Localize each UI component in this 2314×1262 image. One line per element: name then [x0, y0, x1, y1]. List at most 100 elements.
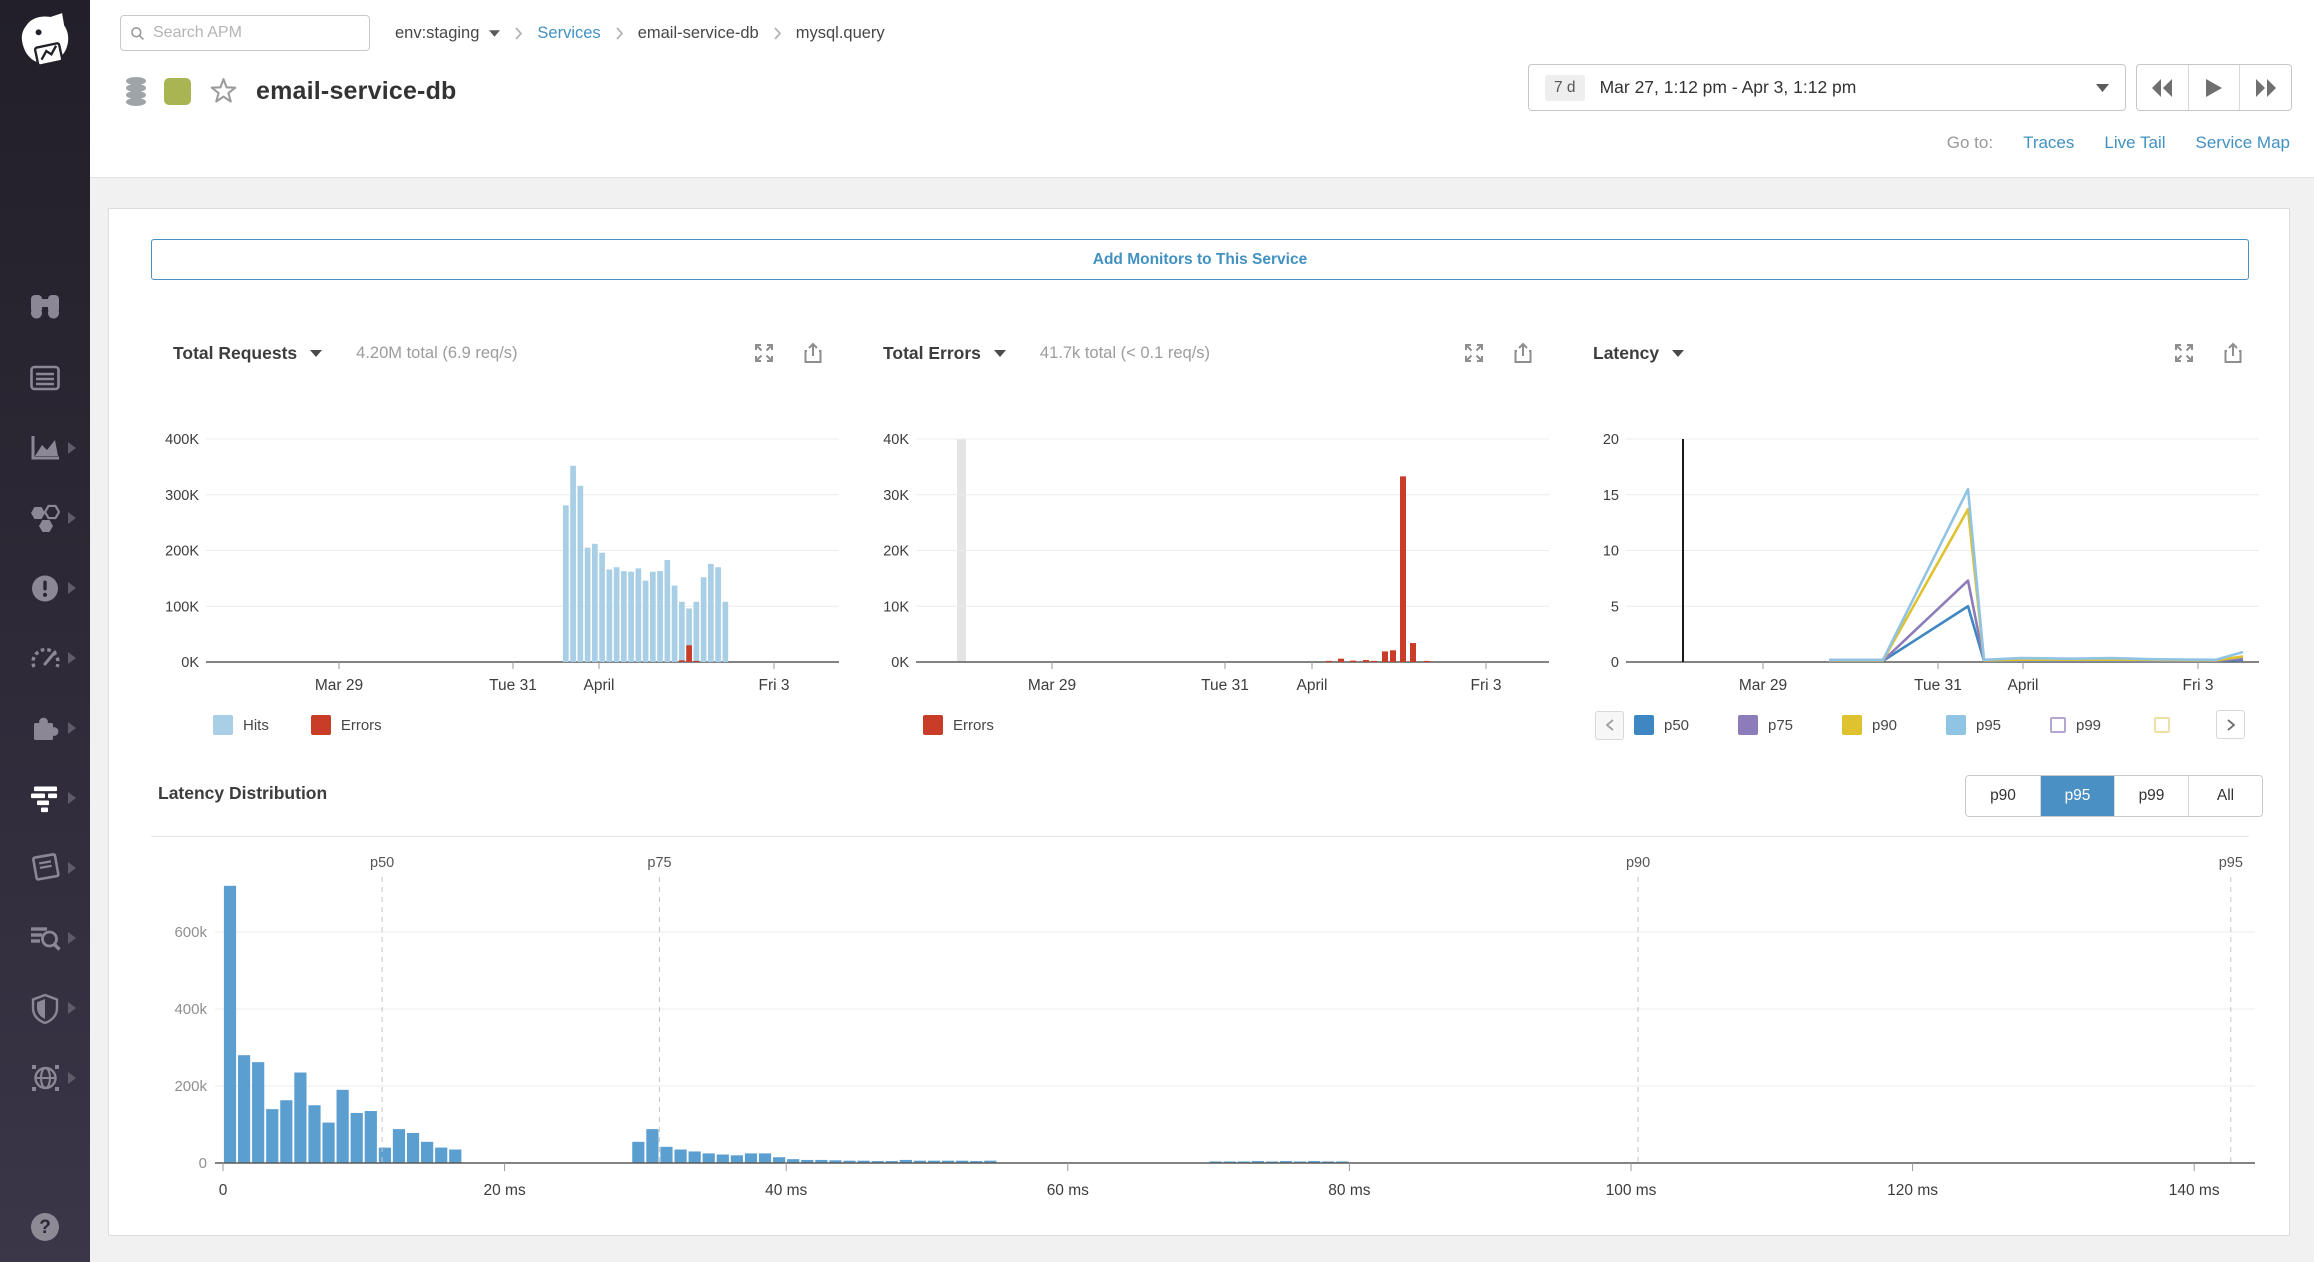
svg-text:100 ms: 100 ms	[1606, 1182, 1657, 1199]
svg-text:600k: 600k	[174, 924, 207, 941]
legend-item-hits[interactable]: Hits	[213, 715, 269, 735]
percentile-button-p95[interactable]: p95	[2040, 776, 2114, 816]
expand-icon[interactable]	[1463, 342, 1485, 369]
legend-scroll-left-button[interactable]	[1595, 711, 1624, 740]
percentile-button-all[interactable]: All	[2188, 776, 2262, 816]
legend-scroll-right-button[interactable]	[2216, 710, 2245, 739]
errors-swatch	[311, 715, 331, 735]
sidebar-item-network[interactable]	[0, 1043, 90, 1113]
sidebar-item-help[interactable]: ?	[0, 1210, 90, 1244]
svg-text:140 ms: 140 ms	[2169, 1182, 2220, 1199]
add-monitors-button[interactable]: Add Monitors to This Service	[151, 239, 2249, 280]
legend-item-p99[interactable]: p99	[2050, 715, 2154, 735]
percentile-button-p90[interactable]: p90	[1966, 776, 2040, 816]
time-play-button[interactable]	[2188, 65, 2240, 110]
sidebar-item-integrations[interactable]	[0, 693, 90, 763]
sidebar-item-apm[interactable]	[0, 763, 90, 833]
export-icon[interactable]	[2223, 342, 2243, 369]
section-divider	[151, 836, 2249, 837]
latency-title-dropdown[interactable]: Latency	[1593, 343, 1684, 364]
total-requests-title: Total Requests	[173, 343, 297, 364]
total-requests-panel: Total Requests 4.20M total (6.9 req/s)	[151, 309, 861, 759]
svg-text:40 ms: 40 ms	[765, 1182, 807, 1199]
sidebar-item-dashboards[interactable]	[0, 413, 90, 483]
svg-text:p50: p50	[370, 855, 394, 871]
latency-distribution-chart[interactable]: 600k400k200k0020 ms40 ms60 ms80 ms100 ms…	[109, 851, 2291, 1207]
sidebar-item-logs[interactable]	[0, 903, 90, 973]
time-range-selector[interactable]: 7 d Mar 27, 1:12 pm - Apr 3, 1:12 pm	[1528, 64, 2126, 111]
goto-label: Go to:	[1947, 133, 1993, 153]
export-icon[interactable]	[803, 342, 823, 369]
legend-item-p95[interactable]: p95	[1946, 715, 2050, 735]
svg-text:10K: 10K	[883, 599, 909, 615]
datadog-logo-icon[interactable]	[6, 4, 84, 82]
sidebar-item-infrastructure[interactable]	[0, 483, 90, 553]
svg-text:20: 20	[1603, 432, 1619, 448]
legend-label: p90	[1872, 717, 1897, 734]
total-errors-header: Total Errors 41.7k total (< 0.1 req/s)	[861, 333, 1571, 373]
caret-down-icon	[2096, 84, 2109, 92]
legend-item-p50[interactable]: p50	[1634, 715, 1738, 735]
sidebar-item-events[interactable]	[0, 343, 90, 413]
total-errors-title-dropdown[interactable]: Total Errors	[883, 343, 1006, 364]
play-icon	[2206, 79, 2222, 97]
svg-text:April: April	[583, 677, 614, 694]
legend-item-p75[interactable]: p75	[1738, 715, 1842, 735]
chevron-left-icon	[1606, 719, 1614, 731]
notebook-icon	[28, 853, 62, 883]
events-list-icon	[28, 363, 62, 393]
alert-exclamation-icon	[29, 573, 61, 604]
total-requests-title-dropdown[interactable]: Total Requests	[173, 343, 322, 364]
search-box	[120, 15, 370, 51]
latency-panel: Latency 20151050Mar 29T	[1571, 309, 2281, 759]
latency-chart[interactable]: 20151050Mar 29Tue 31AprilFri 3	[1571, 401, 2271, 701]
svg-text:0: 0	[1611, 655, 1619, 671]
export-icon[interactable]	[1513, 342, 1533, 369]
legend-item-extra[interactable]	[2154, 715, 2221, 735]
caret-down-icon	[310, 350, 322, 357]
sidebar-item-metrics[interactable]	[0, 623, 90, 693]
legend-item-errors[interactable]: Errors	[311, 715, 382, 735]
legend-item-p90[interactable]: p90	[1842, 715, 1946, 735]
latency-title: Latency	[1593, 343, 1659, 364]
svg-text:Tue 31: Tue 31	[1201, 677, 1249, 694]
fast-forward-icon	[2255, 79, 2277, 97]
sidebar: ?	[0, 0, 90, 1262]
sidebar-item-notebooks[interactable]	[0, 833, 90, 903]
latency-header: Latency	[1571, 333, 2281, 373]
svg-text:20 ms: 20 ms	[483, 1182, 525, 1199]
legend-swatch	[2050, 717, 2066, 733]
svg-text:15: 15	[1603, 488, 1619, 504]
total-errors-chart[interactable]: 40K30K20K10K0KMar 29Tue 31AprilFri 3	[861, 401, 1561, 701]
goto-link-live-tail[interactable]: Live Tail	[2104, 133, 2165, 153]
time-backward-button[interactable]	[2137, 65, 2188, 110]
total-requests-chart[interactable]: 400K300K200K100K0KMar 29Tue 31AprilFri 3	[151, 401, 851, 701]
legend-item-errors[interactable]: Errors	[923, 715, 994, 735]
expand-icon[interactable]	[753, 342, 775, 369]
sidebar-item-watchdog[interactable]	[0, 272, 90, 342]
breadcrumb: env:staging Services email-service-db my…	[395, 0, 885, 66]
percentile-button-group: p90 p95 p99 All	[1965, 775, 2263, 817]
goto-link-traces[interactable]: Traces	[2023, 133, 2074, 153]
time-forward-button[interactable]	[2239, 65, 2291, 110]
database-icon	[124, 76, 148, 106]
svg-text:Fri 3: Fri 3	[1471, 677, 1502, 694]
search-input[interactable]	[153, 24, 360, 42]
submenu-chevron-icon	[68, 932, 76, 944]
legend-label: p50	[1664, 717, 1689, 734]
svg-text:Mar 29: Mar 29	[1739, 677, 1787, 694]
sidebar-item-security[interactable]	[0, 973, 90, 1043]
env-selector[interactable]: env:staging	[395, 24, 500, 43]
hits-swatch	[213, 715, 233, 735]
breadcrumb-service[interactable]: email-service-db	[638, 24, 759, 43]
breadcrumb-services[interactable]: Services	[537, 24, 600, 43]
legend-swatch	[1738, 715, 1758, 735]
svg-text:?: ?	[39, 1217, 51, 1238]
expand-icon[interactable]	[2173, 342, 2195, 369]
percentile-button-p99[interactable]: p99	[2114, 776, 2188, 816]
goto-link-service-map[interactable]: Service Map	[2196, 133, 2290, 153]
svg-text:30K: 30K	[883, 488, 909, 504]
sidebar-item-monitors[interactable]	[0, 553, 90, 623]
star-favorite-icon[interactable]	[207, 75, 240, 108]
charts-row: Total Requests 4.20M total (6.9 req/s)	[109, 309, 2289, 759]
